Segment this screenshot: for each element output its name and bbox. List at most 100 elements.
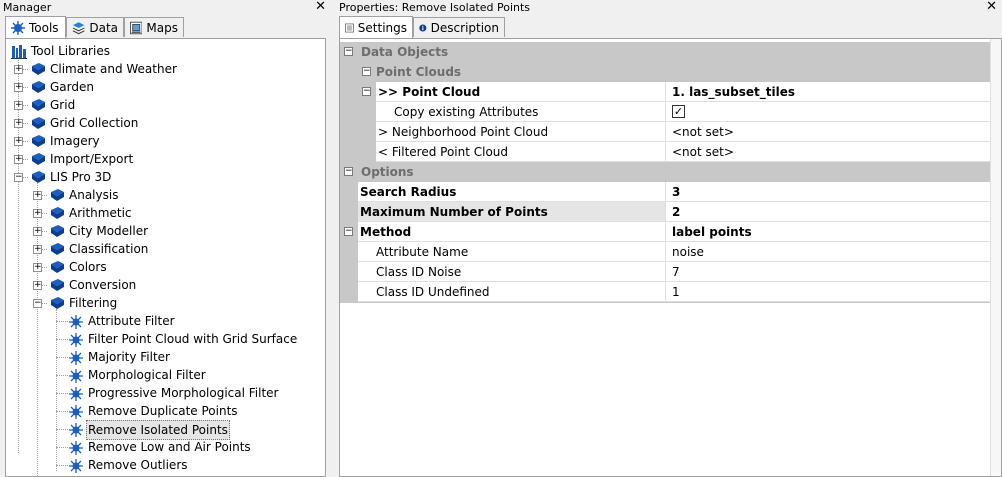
expand-icon[interactable]: + [14,119,23,128]
tool-tree: Tool Libraries + Climate and Weather + Gard… [5,38,326,477]
tree-item-label: Grid Collection [50,116,139,130]
tree-item-label: Analysis [69,188,119,202]
tool-icon [69,333,83,347]
expand-icon[interactable]: + [33,263,42,272]
expand-icon[interactable]: + [33,245,42,254]
tree-item-label: Remove Outliers [88,458,188,472]
tree-item-label: Garden [50,80,94,94]
collapse-icon[interactable]: − [344,167,353,176]
property-value-cell: ✓ [665,102,992,122]
category-options[interactable]: Options − [340,162,992,182]
property-copy-attributes[interactable]: Copy existing Attributes ✓ [340,102,992,122]
expand-icon[interactable]: + [14,155,23,164]
properties-tabs: Settings Description [336,16,1002,38]
collapse-icon[interactable]: − [344,227,353,236]
expand-icon[interactable]: + [33,227,42,236]
property-value[interactable]: 1 [665,282,992,302]
tool-icon [69,369,83,383]
manager-panel: Manager ✕ Tools Data Maps Tool Libraries… [0,0,331,477]
library-icon [11,45,27,59]
book-icon [32,63,45,75]
collapse-icon[interactable]: − [362,67,371,76]
property-value[interactable]: 1. las_subset_tiles [665,82,992,102]
tree-item-label: Remove Low and Air Points [88,440,251,454]
property-name: Class ID Noise [358,262,665,282]
book-icon [51,207,64,219]
property-grid: Data Objects − Point Clouds − − >> Point… [339,38,1002,477]
tree-item-label: Conversion [69,278,137,292]
property-value[interactable]: 3 [665,182,992,202]
expand-icon[interactable]: + [33,191,42,200]
properties-close-icon[interactable]: ✕ [986,0,997,15]
property-class-id-undefined[interactable]: Class ID Undefined 1 [340,282,992,302]
tab-maps[interactable]: Maps [124,17,184,37]
tree-item-label: Filtering [69,296,118,310]
property-point-cloud[interactable]: − >> Point Cloud 1. las_subset_tiles [340,82,992,102]
property-value[interactable]: <not set> [665,122,992,142]
settings-grid-icon [345,23,354,32]
book-icon [51,261,64,273]
category-label: Options [340,162,992,182]
tab-description[interactable]: Description [413,17,505,37]
expand-icon[interactable]: + [14,65,23,74]
tree-item-label-selected: Remove Isolated Points [86,420,230,440]
category-label: Point Clouds [358,62,992,82]
manager-close-icon[interactable]: ✕ [315,0,326,15]
book-icon [51,189,64,201]
tool-icon [69,315,83,329]
scrollbar[interactable] [990,39,1001,476]
collapse-icon[interactable]: − [14,173,23,182]
expand-icon[interactable]: + [14,83,23,92]
property-value[interactable]: <not set> [665,142,992,162]
tab-tools[interactable]: Tools [5,16,66,38]
tree-item-label: City Modeller [69,224,149,238]
tools-icon [11,20,25,35]
property-value[interactable]: noise [665,242,992,262]
property-name: < Filtered Point Cloud [376,142,665,162]
data-stack-icon [72,21,85,34]
expand-icon[interactable]: + [14,137,23,146]
property-method[interactable]: − Method label points [340,222,992,242]
tab-data-label: Data [89,20,118,35]
checkbox[interactable]: ✓ [672,105,685,118]
property-neighborhood-point-cloud[interactable]: > Neighborhood Point Cloud <not set> [340,122,992,142]
property-name: Class ID Undefined [358,282,665,302]
property-name: > Neighborhood Point Cloud [376,122,665,142]
properties-title: Properties: Remove Isolated Points [339,1,531,14]
property-search-radius[interactable]: Search Radius 3 [340,182,992,202]
tool-icon [69,405,83,419]
property-value[interactable]: label points [665,222,992,242]
tab-maps-label: Maps [146,20,178,35]
tree-item-label: Classification [69,242,149,256]
collapse-icon[interactable]: − [344,47,353,56]
manager-tabs: Tools Data Maps [0,16,331,38]
book-icon [32,135,45,147]
expand-icon[interactable]: + [33,281,42,290]
maps-icon [130,21,143,34]
tree-root-label: Tool Libraries [31,44,110,58]
tree-item-label: Climate and Weather [50,62,177,76]
property-class-id-noise[interactable]: Class ID Noise 7 [340,262,992,282]
tab-settings[interactable]: Settings [339,16,413,38]
property-max-points[interactable]: Maximum Number of Points 2 [340,202,992,222]
property-attribute-name[interactable]: Attribute Name noise [340,242,992,262]
collapse-icon[interactable]: − [33,299,42,308]
tab-settings-label: Settings [357,20,407,35]
property-value[interactable]: 7 [665,262,992,282]
category-point-clouds[interactable]: Point Clouds − [340,62,992,82]
collapse-icon[interactable]: − [362,87,371,96]
tool-icon [69,351,83,365]
tool-icon [69,387,83,401]
property-filtered-point-cloud[interactable]: < Filtered Point Cloud <not set> [340,142,992,162]
property-value[interactable]: 2 [665,202,992,222]
tab-data[interactable]: Data [66,17,124,37]
property-name: Search Radius [358,182,665,202]
tab-description-label: Description [430,20,499,35]
tree-item-label: Imagery [50,134,100,148]
category-data-objects[interactable]: Data Objects − [340,42,992,62]
expand-icon[interactable]: + [14,101,23,110]
tree-item-label: Grid [50,98,76,112]
expand-icon[interactable]: + [33,209,42,218]
tab-tools-label: Tools [29,20,59,35]
category-label: Data Objects [340,42,992,62]
